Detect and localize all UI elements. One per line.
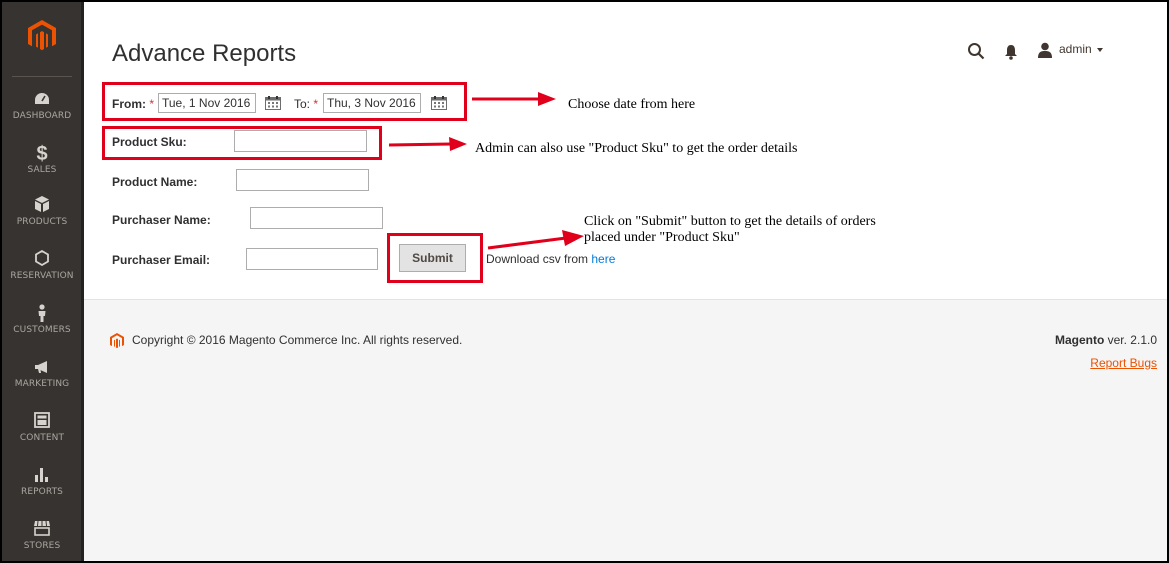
sidebar-item-label: STORES — [23, 541, 61, 551]
user-menu[interactable]: admin — [1059, 42, 1092, 56]
app-frame: DASHBOARD $ SALES PRODUCTS RESERVATION C… — [0, 0, 1169, 563]
box-icon — [2, 196, 82, 216]
sidebar-item-label: DASHBOARD — [12, 111, 72, 121]
store-icon — [2, 520, 82, 540]
sidebar-item-products[interactable]: PRODUCTS — [2, 196, 82, 250]
sidebar-item-label: RESERVATION — [10, 271, 74, 281]
person-icon — [2, 304, 82, 324]
bar-chart-icon — [2, 466, 82, 486]
footer: Copyright © 2016 Magento Commerce Inc. A… — [84, 299, 1167, 561]
product-name-label: Product Name: — [112, 175, 198, 189]
sidebar-item-sales[interactable]: $ SALES — [2, 144, 82, 198]
submit-annotation-note-line2: placed under "Product Sku" — [584, 230, 740, 245]
chevron-down-icon[interactable] — [1097, 48, 1103, 52]
sidebar-item-customers[interactable]: CUSTOMERS — [2, 304, 82, 358]
sidebar-item-marketing[interactable]: MARKETING — [2, 358, 82, 412]
purchaser-name-label: Purchaser Name: — [112, 213, 211, 227]
user-icon[interactable] — [1037, 42, 1053, 58]
sidebar-item-label: SALES — [27, 165, 57, 175]
sidebar-item-reservation[interactable]: RESERVATION — [2, 249, 82, 304]
sidebar-item-label: CONTENT — [19, 433, 65, 443]
megaphone-icon — [2, 358, 82, 378]
sidebar-item-dashboard[interactable]: DASHBOARD — [2, 90, 82, 144]
hexagon-icon — [2, 249, 82, 270]
page-title: Advance Reports — [112, 40, 297, 67]
version-text: Magento ver. 2.1.0 — [1054, 333, 1157, 347]
date-annotation-box — [102, 82, 467, 121]
sku-annotation-arrow — [389, 137, 467, 151]
purchaser-name-input[interactable] — [250, 207, 383, 229]
sidebar-item-content[interactable]: CONTENT — [2, 412, 82, 466]
layout-icon — [2, 412, 82, 432]
dashboard-icon — [2, 90, 82, 110]
date-annotation-arrow — [472, 92, 556, 106]
magento-logo-icon[interactable] — [28, 20, 56, 52]
sidebar-item-label: PRODUCTS — [16, 217, 68, 227]
sidebar-divider — [12, 76, 72, 77]
copyright-text: Copyright © 2016 Magento Commerce Inc. A… — [132, 333, 463, 347]
magento-logo-icon — [110, 333, 124, 349]
sidebar-item-stores[interactable]: STORES — [2, 520, 82, 561]
sidebar-item-label: CUSTOMERS — [13, 325, 71, 335]
submit-annotation-box — [387, 233, 483, 283]
purchaser-email-label: Purchaser Email: — [112, 253, 211, 267]
report-bugs-link[interactable]: Report Bugs — [1090, 356, 1157, 370]
product-name-input[interactable] — [236, 169, 369, 191]
sidebar: DASHBOARD $ SALES PRODUCTS RESERVATION C… — [2, 2, 84, 561]
sidebar-item-label: REPORTS — [21, 487, 63, 497]
dollar-icon: $ — [36, 143, 48, 165]
download-csv-link[interactable]: here — [591, 252, 615, 266]
sku-annotation-box — [102, 126, 382, 160]
header-actions: admin — [967, 40, 1167, 64]
sidebar-item-label: MARKETING — [14, 379, 70, 389]
submit-annotation-arrow — [487, 230, 584, 250]
date-annotation-note: Choose date from here — [568, 97, 696, 112]
bell-icon[interactable] — [1004, 44, 1018, 60]
purchaser-email-input[interactable] — [246, 248, 378, 270]
sidebar-item-reports[interactable]: REPORTS — [2, 466, 82, 520]
submit-annotation-note-line1: Click on "Submit" button to get the deta… — [584, 214, 876, 229]
search-icon[interactable] — [967, 42, 985, 60]
sku-annotation-note: Admin can also use "Product Sku" to get … — [475, 141, 798, 156]
